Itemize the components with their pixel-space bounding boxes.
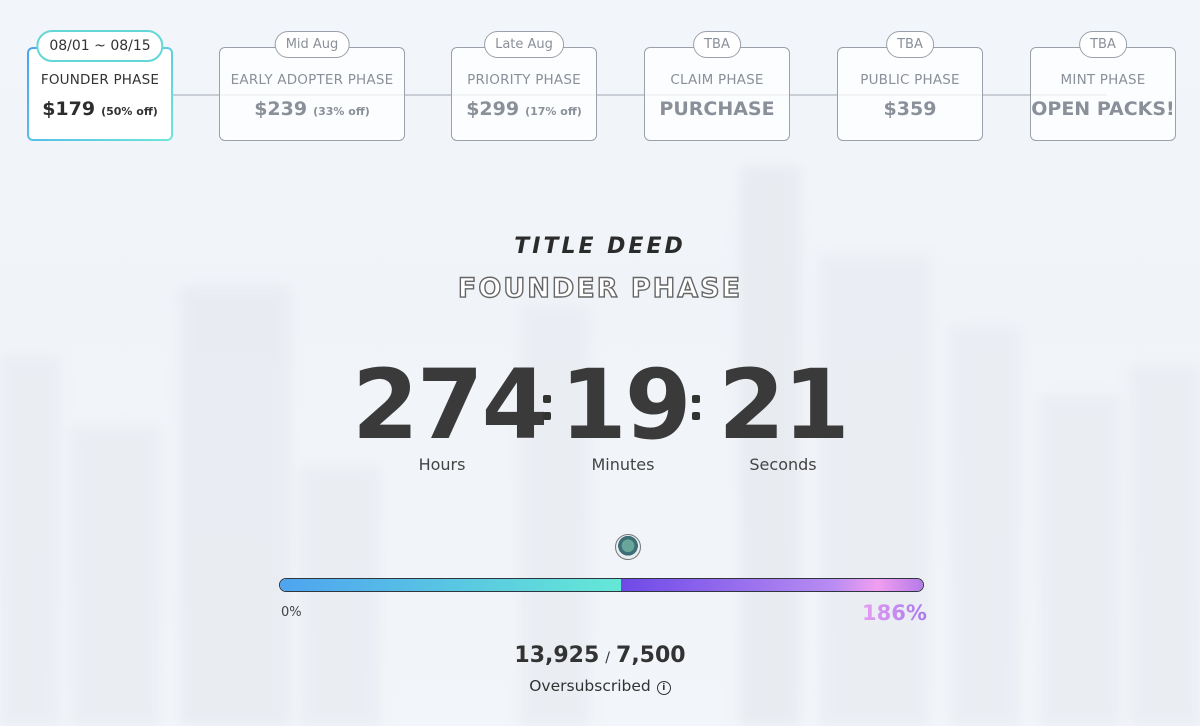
phase-price: $299 (17% off) [466,98,582,120]
phase-price: $179 (50% off) [42,98,158,120]
total-count: 7,500 [616,643,686,668]
phase-name: PUBLIC PHASE [860,72,960,88]
phase-card-public[interactable]: TBA PUBLIC PHASE $359 [837,31,983,141]
phase-name: FOUNDER PHASE [40,72,160,88]
phase-date-tag: TBA [693,31,741,58]
phase-card-priority[interactable]: Late Aug PRIORITY PHASE $299 (17% off) [451,31,597,141]
countdown-timer: 274 Hours 19 Minutes 21 Seconds [0,355,1200,485]
seconds-value: 21 [718,349,850,461]
phase-discount: (17% off) [525,105,582,118]
status-text: Oversubscribed [529,677,651,695]
phase-date-tag: Mid Aug [274,31,350,58]
progress-fill-oversubscribed [620,579,923,591]
phase-price: PURCHASE [659,98,775,120]
phase-price: OPEN PACKS! [1031,98,1175,120]
phase-timeline: 08/01 ~ 08/15 FOUNDER PHASE $179 (50% off… [27,29,1177,143]
countdown-hours: 274 Hours [352,349,548,474]
phase-date-tag: TBA [886,31,934,58]
oversubscribed-status: Oversubscribed i [0,677,1200,695]
phase-date-tag: TBA [1079,31,1127,58]
phase-name: PRIORITY PHASE [467,72,581,88]
phase-discount: (50% off) [101,105,158,118]
phase-card-founder[interactable]: 08/01 ~ 08/15 FOUNDER PHASE $179 (50% off… [27,30,173,141]
phase-name: MINT PHASE [1060,72,1146,88]
phase-card-claim[interactable]: TBA CLAIM PHASE PURCHASE [644,31,790,141]
hours-value: 274 [352,349,548,461]
sold-count: 13,925 [514,643,600,668]
phase-card-early-adopter[interactable]: Mid Aug EARLY ADOPTER PHASE $239 (33% off… [219,31,405,141]
phase-price: $359 [883,98,937,120]
progress-bar [279,578,924,592]
phase-date-tag: Late Aug [484,31,564,58]
phase-price: $239 (33% off) [254,98,370,120]
subscription-count: 13,925 / 7,500 [0,643,1200,668]
countdown-seconds: 21 Seconds [718,349,850,474]
progress-percent-label: 186% [862,601,927,625]
colon-separator [543,395,551,429]
phase-discount: (33% off) [313,105,370,118]
current-phase-title: FOUNDER PHASE [457,272,743,304]
count-separator: / [605,650,611,666]
phase-date-tag: 08/01 ~ 08/15 [36,30,164,62]
brand-logo-title-deed: TITLE DEED [514,234,686,259]
phase-name: EARLY ADOPTER PHASE [230,72,394,88]
progress-fill-base [280,579,621,591]
phase-name: CLAIM PHASE [670,72,764,88]
progress-marker-avatar [615,534,641,560]
phase-card-mint[interactable]: TBA MINT PHASE OPEN PACKS! [1030,31,1176,141]
info-icon[interactable]: i [656,681,671,695]
countdown-minutes: 19 Minutes [560,349,692,474]
colon-separator [692,395,700,429]
minutes-value: 19 [560,349,692,461]
progress-start-label: 0% [281,605,302,620]
